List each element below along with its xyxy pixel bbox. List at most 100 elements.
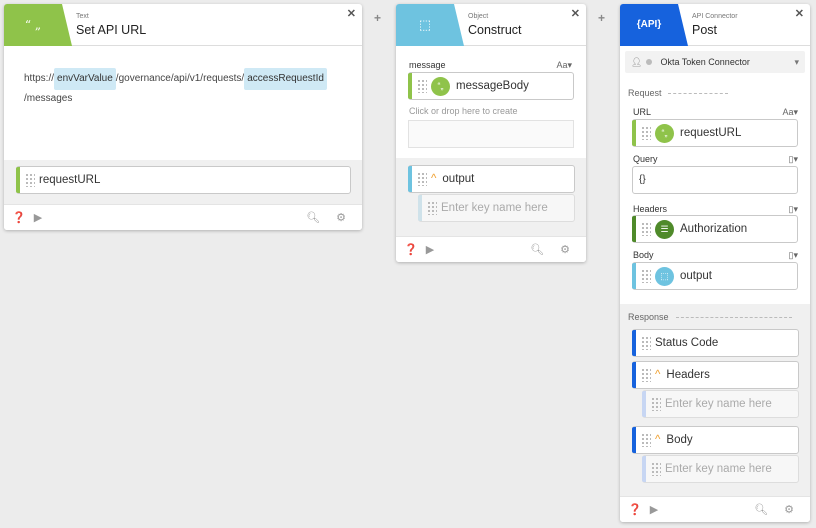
object-card-header: ⬚ Object Construct ✕ <box>396 4 586 46</box>
field-label: output <box>680 270 712 282</box>
text-body[interactable]: https://envVarValue/governance/api/v1/re… <box>24 68 354 108</box>
response-section-label: Response <box>628 312 669 322</box>
placeholder-text: Enter key name here <box>665 398 772 410</box>
type-toggle[interactable]: Aa▾ <box>556 60 572 71</box>
cube-icon: ⬚ <box>655 266 674 286</box>
add-card-plus-icon[interactable]: + <box>374 11 381 25</box>
headers-field[interactable]: ☰ Authorization <box>632 215 798 243</box>
drag-handle-icon[interactable] <box>641 222 651 236</box>
url-label: URL <box>633 107 652 117</box>
body-label: Body <box>633 250 654 260</box>
api-card-header: {API} API Connector Post ✕ <box>620 4 810 46</box>
url-text: https:// <box>24 73 55 84</box>
field-label: messageBody <box>456 80 529 92</box>
play-icon[interactable]: ▶ <box>426 243 434 256</box>
variable-pill[interactable]: envVarValue <box>54 68 116 90</box>
close-icon[interactable]: ✕ <box>795 7 804 20</box>
card-type-label: Text <box>76 12 89 20</box>
field-label: Body <box>666 434 693 446</box>
query-value: {} <box>639 174 646 185</box>
help-icon[interactable]: ❓ <box>628 503 642 516</box>
key-name-input[interactable]: Enter key name here <box>418 194 575 222</box>
url-text: /messages <box>24 93 73 104</box>
search-icon[interactable]: 🔍︎ <box>754 503 768 516</box>
gear-icon[interactable]: ⚙ <box>336 211 346 224</box>
play-icon[interactable]: ▶ <box>650 503 658 516</box>
list-icon: ☰ <box>655 219 674 239</box>
object-card: ⬚ Object Construct ✕ message Aa▾ “„ mess… <box>396 4 586 262</box>
help-icon[interactable]: ❓ <box>404 243 418 256</box>
play-icon[interactable]: ▶ <box>34 211 42 224</box>
search-icon[interactable]: 🔍︎ <box>530 243 544 256</box>
help-icon[interactable]: ❓ <box>12 211 26 224</box>
api-connector-card: {API} API Connector Post ✕ 👤︎ Okta Token… <box>620 4 810 522</box>
drag-handle-icon[interactable] <box>641 126 651 140</box>
url-field[interactable]: “„ requestURL <box>632 119 798 147</box>
chevron-down-icon[interactable]: ▾ <box>794 57 799 68</box>
body-field[interactable]: ⬚ output <box>632 262 798 290</box>
user-icon: 👤︎ <box>631 56 643 67</box>
url-text: /governance/api/v1/requests/ <box>115 73 245 84</box>
divider <box>676 317 792 318</box>
cube-icon: ⬚ <box>396 4 464 46</box>
placeholder-text: Enter key name here <box>441 202 548 214</box>
connector-select[interactable]: 👤︎ Okta Token Connector ▾ <box>625 51 805 73</box>
headers-label: Headers <box>633 204 668 214</box>
drag-handle-icon[interactable] <box>641 368 651 382</box>
message-label: message <box>409 60 446 70</box>
drag-handle-icon[interactable] <box>641 336 651 350</box>
card-type-label: API Connector <box>692 12 738 20</box>
card-footer: ❓ ▶ 🔍︎ ⚙ <box>4 204 362 230</box>
divider <box>668 93 728 94</box>
drag-handle-icon[interactable] <box>417 172 427 186</box>
field-label: Status Code <box>655 337 719 349</box>
drag-handle-icon <box>651 462 661 476</box>
close-icon[interactable]: ✕ <box>571 7 580 20</box>
card-title[interactable]: Set API URL <box>76 22 146 38</box>
variable-pill[interactable]: accessRequestId <box>244 68 327 90</box>
drag-handle-icon[interactable] <box>641 433 651 447</box>
query-textarea[interactable]: {} <box>632 166 798 194</box>
expand-caret-icon[interactable]: ^ <box>431 173 436 185</box>
drag-handle-icon[interactable] <box>417 79 427 93</box>
connector-name: Okta Token Connector <box>660 57 750 67</box>
drop-hint: Click or drop here to create <box>409 106 518 116</box>
status-code-field[interactable]: Status Code <box>632 329 799 357</box>
quote-icon: “„ <box>655 123 674 143</box>
output-field[interactable]: ^ output <box>408 165 575 193</box>
type-toggle[interactable]: Aa▾ <box>782 107 798 118</box>
clipboard-dropdown-icon[interactable]: ▯▾ <box>789 204 798 215</box>
field-label: requestURL <box>680 127 742 139</box>
quote-icon: “ „ <box>4 4 72 46</box>
message-field[interactable]: “„ messageBody <box>408 72 574 100</box>
search-icon[interactable]: 🔍︎ <box>306 211 320 224</box>
expand-caret-icon[interactable]: ^ <box>655 434 660 446</box>
add-card-plus-icon[interactable]: + <box>598 11 605 25</box>
drag-handle-icon[interactable] <box>641 269 651 283</box>
card-title[interactable]: Post <box>692 22 738 38</box>
response-headers-field[interactable]: ^ Headers <box>632 361 799 389</box>
request-section-label: Request <box>628 88 662 98</box>
field-label: output <box>442 173 475 185</box>
field-label: Headers <box>666 369 710 381</box>
drag-handle-icon <box>651 397 661 411</box>
close-icon[interactable]: ✕ <box>347 7 356 20</box>
response-body-field[interactable]: ^ Body <box>632 426 799 454</box>
gear-icon[interactable]: ⚙ <box>560 243 570 256</box>
clipboard-dropdown-icon[interactable]: ▯▾ <box>789 250 798 261</box>
key-name-input[interactable]: Enter key name here <box>642 390 799 418</box>
drag-handle-icon[interactable] <box>25 173 35 187</box>
key-name-input[interactable]: Enter key name here <box>642 455 799 483</box>
text-card: “ „ Text Set API URL ✕ https://envVarVal… <box>4 4 362 230</box>
card-title[interactable]: Construct <box>468 22 522 38</box>
card-footer: ❓ ▶ 🔍︎ ⚙ <box>620 496 810 522</box>
clipboard-dropdown-icon[interactable]: ▯▾ <box>789 154 798 165</box>
drag-handle-icon <box>427 201 437 215</box>
card-footer: ❓ ▶ 🔍︎ ⚙ <box>396 236 586 262</box>
expand-caret-icon[interactable]: ^ <box>655 369 660 381</box>
gear-icon[interactable]: ⚙ <box>784 503 794 516</box>
output-field[interactable]: requestURL <box>16 166 351 194</box>
drop-zone[interactable] <box>408 120 574 148</box>
field-label: Authorization <box>680 223 748 235</box>
field-label: requestURL <box>39 174 101 186</box>
